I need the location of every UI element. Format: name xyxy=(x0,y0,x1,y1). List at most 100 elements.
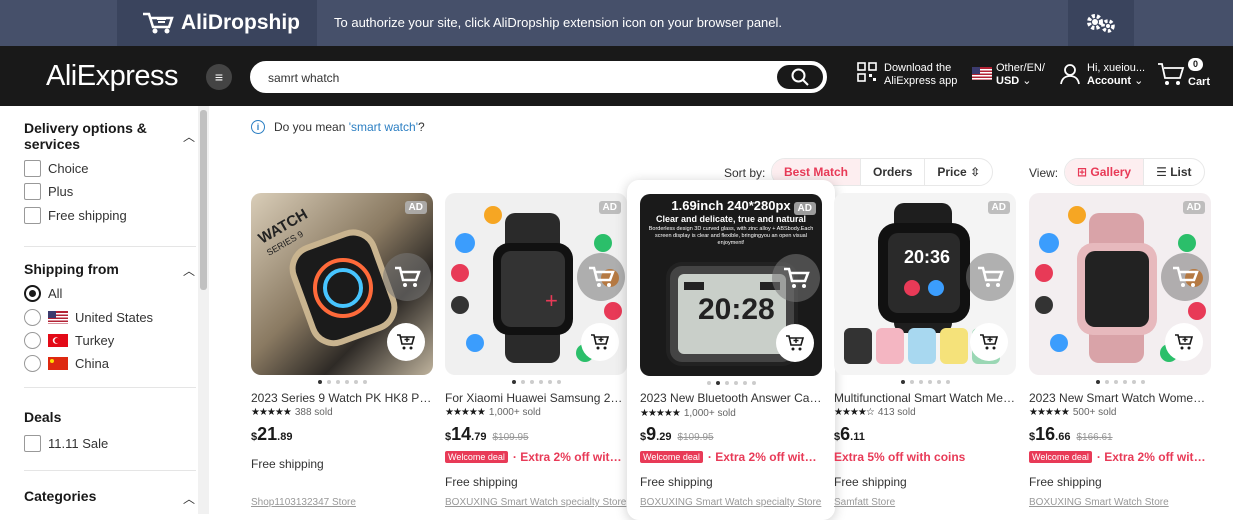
shipping-info: Free shipping xyxy=(834,475,907,489)
dropship-cart-icon[interactable] xyxy=(1161,253,1209,301)
grid-icon: ⊞ xyxy=(1077,165,1088,179)
qr-code-icon[interactable] xyxy=(857,62,877,86)
sidebar-scrollbar[interactable] xyxy=(198,106,209,514)
image-carousel-dots xyxy=(445,380,627,384)
turkey-flag-icon xyxy=(48,334,68,347)
product-card[interactable]: + AD For Xiaomi Huawei Samsung 2023 Smar… xyxy=(445,193,627,514)
product-title[interactable]: 2023 Series 9 Watch PK HK8 PRO Max xyxy=(251,391,433,405)
add-to-cart-icon[interactable] xyxy=(581,323,619,361)
ad-badge: AD xyxy=(1182,201,1205,214)
filter-choice[interactable]: Choice xyxy=(24,160,88,177)
filter-plus[interactable]: Plus xyxy=(24,183,73,200)
ship-from-china[interactable]: China xyxy=(24,355,109,372)
product-card[interactable]: WATCH SERIES 9 AD 2023 Series 9 Watch PK … xyxy=(251,193,433,514)
store-link[interactable]: Shop1103132347 Store xyxy=(251,497,433,508)
account-menu[interactable]: Hi, xueiou... Account ⌄ xyxy=(1087,62,1145,88)
radio-selected[interactable] xyxy=(24,285,41,302)
product-image[interactable]: 20:28 1.69inch 240*280px Clear and delic… xyxy=(640,194,822,376)
store-link[interactable]: Samfatt Store xyxy=(834,497,1016,508)
promo-line: Extra 5% off with coins xyxy=(834,450,966,464)
product-title[interactable]: For Xiaomi Huawei Samsung 2023 Smart Wat… xyxy=(445,391,627,405)
filter-11-11-sale[interactable]: 11.11 Sale xyxy=(24,435,108,452)
dropship-cart-icon[interactable] xyxy=(383,253,431,301)
product-title[interactable]: 2023 New Bluetooth Answer Call Smart Wat… xyxy=(640,391,822,405)
list-icon: ☰ xyxy=(1156,165,1167,179)
product-price: $6.11 xyxy=(834,424,865,444)
dropship-cart-icon[interactable] xyxy=(966,253,1014,301)
store-link[interactable]: BOXUXING Smart Watch specialty Store xyxy=(445,497,627,508)
star-rating-icon: ★★★★★ xyxy=(640,408,681,419)
svg-text:20:28: 20:28 xyxy=(698,293,775,326)
info-icon: i xyxy=(251,120,265,134)
menu-icon[interactable]: ≡ xyxy=(206,64,232,90)
promo-line: Welcome deal· Extra 2% off with coins xyxy=(640,450,822,464)
suggestion-link[interactable]: 'smart watch' xyxy=(349,120,418,134)
ad-badge: AD xyxy=(598,201,621,214)
product-image[interactable]: 20:36 AD xyxy=(834,193,1016,375)
ship-from-all[interactable]: All xyxy=(24,285,62,302)
promo-line: Welcome deal· Extra 2% off with coins xyxy=(445,450,627,464)
cart-count-badge: 0 xyxy=(1188,58,1204,71)
dropship-cart-icon[interactable] xyxy=(577,253,625,301)
extension-bar: AliDropship To authorize your site, clic… xyxy=(0,0,1233,46)
dropship-cart-icon[interactable] xyxy=(772,254,820,302)
star-rating-icon: ★★★★★ xyxy=(1029,407,1070,418)
user-icon[interactable] xyxy=(1059,63,1081,89)
search-input[interactable] xyxy=(268,69,748,87)
ad-badge: AD xyxy=(793,202,816,215)
store-link[interactable]: BOXUXING Smart Watch specialty Store xyxy=(640,497,822,508)
alidropship-logo[interactable]: AliDropship xyxy=(117,0,317,46)
product-image[interactable]: AD xyxy=(1029,193,1211,375)
product-card-hovered[interactable]: 20:28 1.69inch 240*280px Clear and delic… xyxy=(627,180,835,520)
aliexpress-logo[interactable]: AliExpress xyxy=(46,60,179,93)
filter-free-shipping[interactable]: Free shipping xyxy=(24,207,127,224)
promo-line: Welcome deal· Extra 2% off with coins xyxy=(1029,450,1211,464)
search-button[interactable] xyxy=(777,65,823,89)
delivery-options-title: Delivery options & services xyxy=(24,120,147,152)
radio[interactable] xyxy=(24,355,41,372)
categories-title: Categories xyxy=(24,488,97,504)
checkbox[interactable] xyxy=(24,183,41,200)
region-selector[interactable]: Other/EN/ USD ⌄ xyxy=(996,62,1045,88)
product-rating: ★★★★★ 1,000+ sold xyxy=(445,407,541,418)
welcome-deal-badge: Welcome deal xyxy=(640,451,703,463)
checkbox[interactable] xyxy=(24,207,41,224)
product-title[interactable]: 2023 New Smart Watch Women Men xyxy=(1029,391,1211,405)
download-app-link[interactable]: Download the AliExpress app xyxy=(884,62,957,88)
product-image[interactable]: + AD xyxy=(445,193,627,375)
sort-price[interactable]: Price ⇳ xyxy=(925,159,992,185)
cart-icon[interactable] xyxy=(1157,62,1185,92)
scrollbar-thumb[interactable] xyxy=(200,110,207,290)
add-to-cart-icon[interactable] xyxy=(776,324,814,362)
product-title[interactable]: Multifunctional Smart Watch Men Women xyxy=(834,391,1016,405)
product-card[interactable]: AD 2023 New Smart Watch Women Men ★★★★★ 5… xyxy=(1029,193,1211,514)
add-to-cart-icon[interactable] xyxy=(1165,323,1203,361)
product-rating: ★★★★☆ 413 sold xyxy=(834,407,916,418)
chevron-up-icon[interactable]: ︿ xyxy=(183,262,195,279)
image-caption: Borderless design 3D curved glass, with … xyxy=(648,226,814,246)
radio[interactable] xyxy=(24,332,41,349)
chevron-down-icon: ⌄ xyxy=(1022,75,1032,87)
product-card[interactable]: 20:36 AD Multifunctional Smart Watch Men… xyxy=(834,193,1016,514)
extension-brand: AliDropship xyxy=(181,11,300,34)
radio[interactable] xyxy=(24,309,41,326)
view-list[interactable]: ☰ List xyxy=(1144,159,1203,185)
checkbox[interactable] xyxy=(24,160,41,177)
divider xyxy=(24,387,196,388)
chevron-up-icon[interactable]: ︿ xyxy=(183,490,195,507)
chevron-up-icon[interactable]: ︿ xyxy=(183,128,195,145)
store-link[interactable]: BOXUXING Smart Watch Store xyxy=(1029,497,1211,508)
product-image[interactable]: WATCH SERIES 9 AD xyxy=(251,193,433,375)
settings-gear-icon[interactable] xyxy=(1068,0,1134,46)
checkbox[interactable] xyxy=(24,435,41,452)
welcome-deal-badge: Welcome deal xyxy=(445,451,508,463)
ship-from-us[interactable]: United States xyxy=(24,309,153,326)
sort-orders[interactable]: Orders xyxy=(861,159,926,185)
add-to-cart-icon[interactable] xyxy=(387,323,425,361)
view-gallery[interactable]: ⊞ Gallery xyxy=(1065,159,1145,185)
deals-title: Deals xyxy=(24,409,62,425)
cart-label[interactable]: Cart xyxy=(1188,76,1210,89)
add-to-cart-icon[interactable] xyxy=(970,323,1008,361)
image-carousel-dots xyxy=(251,380,433,384)
ship-from-turkey[interactable]: Turkey xyxy=(24,332,114,349)
